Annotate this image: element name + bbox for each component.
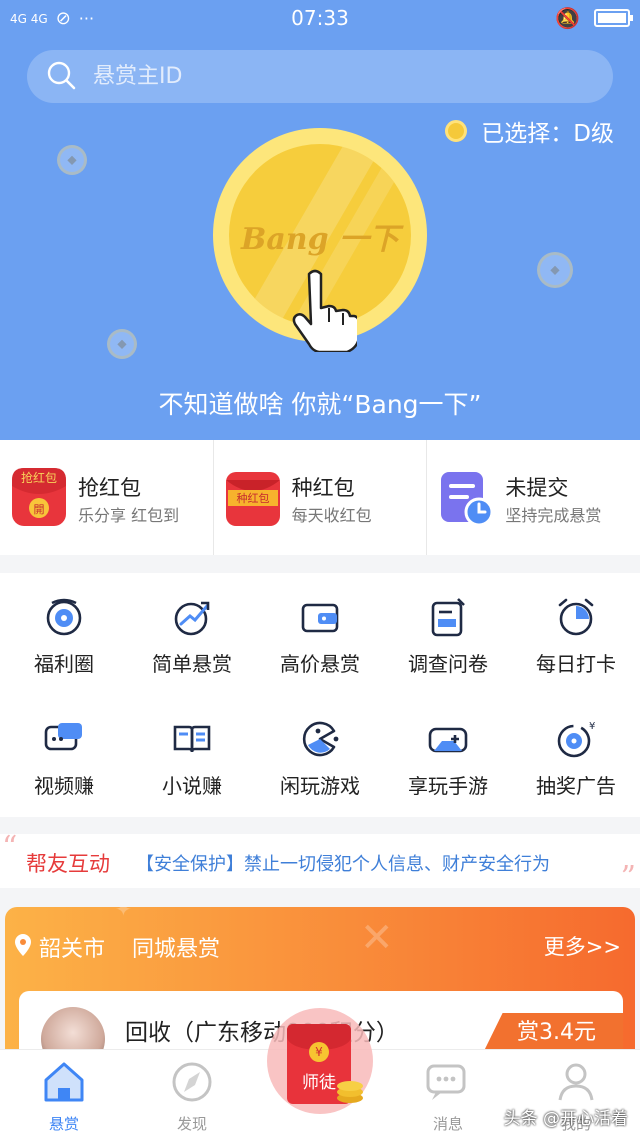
clock: 07:33 [291,6,349,30]
yuan-seal: ¥ [309,1042,329,1062]
decor-star: ✕ [360,915,394,961]
tab-bounty[interactable]: 悬赏 [0,1050,128,1138]
grid-label: 视频赚 [34,774,94,798]
quick-plant-envelope[interactable]: 种红包 种红包 每天收红包 [214,440,428,555]
hero-slogan: 不知道做啥 你就“Bang一下” [158,390,482,419]
decor-coin [57,145,87,175]
quick-actions: 抢红包 開 抢红包 乐分享 红包到 种红包 种红包 每天收红包 未提交 坚持完成… [0,440,640,555]
reward-badge: 赏3.4元 [483,1013,623,1053]
pointing-hand-icon [292,269,357,352]
alarm-clock-icon [558,598,594,636]
quick-subtitle: 乐分享 红包到 [78,506,180,525]
local-bounty-title: 同城悬赏 [132,937,221,962]
grade-selector[interactable]: 已选择：D级 [445,114,614,148]
tab-label: 悬赏 [48,1115,79,1133]
red-envelope-grab-icon: 抢红包 開 [12,468,66,526]
pending-document-icon [441,472,494,527]
grid-item-mobile-games[interactable]: 享玩手游 [384,695,512,805]
city-selector[interactable]: 韶关市 [39,931,105,963]
svg-text:開: 開 [34,503,45,516]
coin-stack-icon [337,1081,363,1103]
grid-item-high-bounty[interactable]: 高价悬赏 [256,573,384,683]
bang-coin-text: Bang 一下 [240,222,400,257]
grid-label: 高价悬赏 [280,652,360,676]
svg-text:种红包: 种红包 [236,491,269,505]
red-envelope-plant-icon: 种红包 [225,472,280,526]
grid-item-welfare[interactable]: 福利圈 [0,573,128,683]
book-icon [173,725,211,753]
battery-icon [594,9,633,27]
grid-label: 抽奖广告 [536,774,616,798]
more-link[interactable]: 更多>> [544,931,621,961]
decor-star: ✦ [115,907,132,921]
compass-icon [172,1062,212,1102]
tab-label: 发现 [176,1115,207,1133]
grid-label: 简单悬赏 [152,652,232,676]
grid-label: 福利圈 [34,652,94,676]
quick-subtitle: 坚持完成悬赏 [505,506,602,525]
feature-grid: 福利圈 简单悬赏 高价悬赏 调查问卷 每日打卡 视频赚 小说赚 闲玩游戏 享玩手… [0,573,640,817]
grid-item-video-earn[interactable]: 视频赚 [0,695,128,805]
selected-grade-label: 已选择：D级 [481,121,614,147]
quick-pending[interactable]: 未提交 坚持完成悬赏 [427,440,640,555]
gamepad-icon [428,727,468,753]
home-icon [44,1062,84,1102]
grid-label: 享玩手游 [408,774,488,798]
coin-icon [445,120,468,142]
search-icon [47,61,76,90]
quick-title: 未提交 [505,476,569,500]
quick-subtitle: 每天收红包 [291,506,372,525]
grid-item-lottery-ads[interactable]: ¥ 抽奖广告 [512,695,640,805]
lottery-dial-icon: ¥ [557,721,595,758]
watermark: 头条 @开心活着 [503,1109,628,1129]
hero-banner: 4G 4G ⊘ ··· 07:33 🔕 已选择：D级 Bang 一下 不知道做啥… [0,0,640,440]
profile-icon [558,1063,594,1101]
quick-grab-envelope[interactable]: 抢红包 開 抢红包 乐分享 红包到 [0,440,214,555]
simple-bounty-icon [174,601,210,636]
grid-label: 每日打卡 [536,652,616,676]
status-right: 🔕 [555,6,633,30]
svg-text:¥: ¥ [589,721,595,732]
notice-message: 【安全保护】禁止一切侵犯个人信息、财产安全行为 [136,854,550,875]
decor-coin [537,252,573,288]
wallet-icon [301,603,339,633]
survey-icon [431,598,465,637]
bang-button[interactable]: Bang 一下 [213,128,427,352]
grid-item-novel-earn[interactable]: 小说赚 [128,695,256,805]
open-quote-icon: “ [2,830,18,865]
grid-item-simple-bounty[interactable]: 简单悬赏 [128,573,256,683]
notice-bar[interactable]: “ 帮友互动 【安全保护】禁止一切侵犯个人信息、财产安全行为 ” [0,830,640,895]
tab-label: 消息 [432,1115,463,1133]
location-pin-icon [15,934,31,956]
grid-label: 闲玩游戏 [280,774,360,798]
quick-title: 种红包 [291,476,355,500]
message-icon [426,1064,466,1100]
tab-messages[interactable]: 消息 [384,1050,512,1138]
search-bar[interactable] [27,50,613,103]
mute-bell-icon: 🔕 [555,6,580,30]
search-input[interactable] [93,50,593,103]
status-bar: 4G 4G ⊘ ··· 07:33 🔕 [0,0,640,36]
close-quote-icon: ” [620,860,636,895]
grid-item-daily-checkin[interactable]: 每日打卡 [512,573,640,683]
grid-item-casual-games[interactable]: 闲玩游戏 [256,695,384,805]
quick-title: 抢红包 [78,476,141,500]
tab-discover[interactable]: 发现 [128,1050,256,1138]
welfare-circle-icon [46,598,82,636]
grid-label: 调查问卷 [408,652,488,676]
notice-brand: 帮友互动 [26,852,110,876]
tab-mentor[interactable]: ¥ 师徒 [267,1008,373,1114]
svg-text:抢红包: 抢红包 [21,470,57,485]
video-chat-icon [44,723,82,751]
pacman-icon [302,721,339,757]
grid-label: 小说赚 [162,774,222,798]
grid-item-survey[interactable]: 调查问卷 [384,573,512,683]
decor-coin [107,329,137,359]
